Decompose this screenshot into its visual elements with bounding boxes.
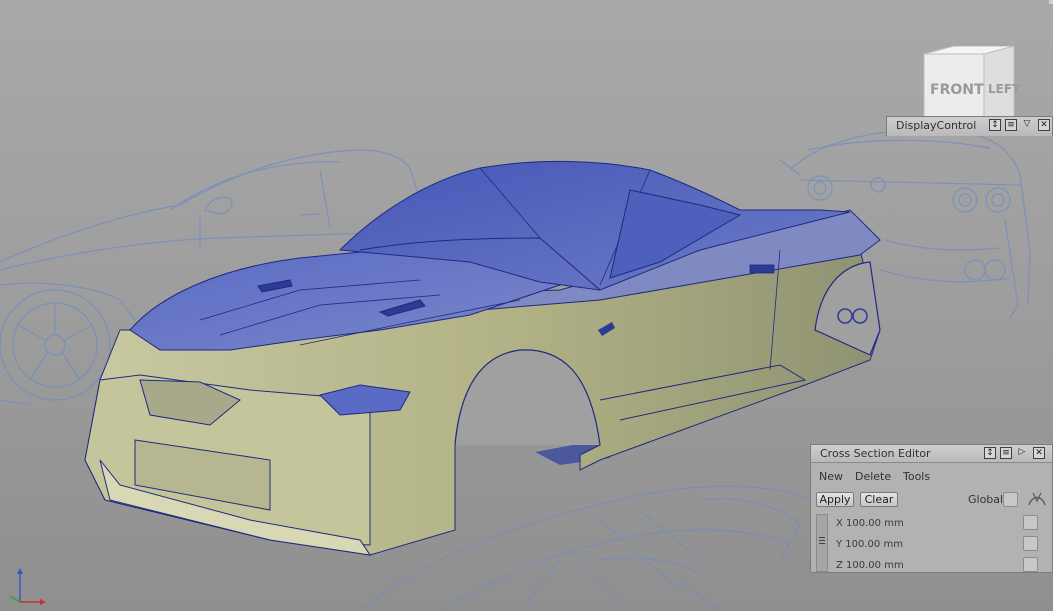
resize-icon[interactable]: ↕ [984, 447, 996, 459]
section-tool-icon[interactable] [1027, 489, 1047, 509]
cross-section-title: Cross Section Editor [820, 447, 931, 460]
menu-delete[interactable]: Delete [855, 470, 891, 483]
global-checkbox[interactable] [1003, 492, 1018, 507]
axis-triad-icon [9, 568, 46, 605]
z-axis-checkbox[interactable] [1023, 557, 1038, 572]
global-label: Global [968, 493, 1004, 506]
list-menu-icon[interactable]: ≡ [1000, 447, 1012, 459]
resize-icon[interactable]: ↕ [989, 119, 1001, 131]
chevron-down-icon[interactable]: ▽ [1021, 119, 1033, 131]
x-axis-checkbox[interactable] [1023, 515, 1038, 530]
cross-section-editor-panel: Cross Section Editor ↕ ≡ ▷ ✕ New Delete … [810, 444, 1053, 573]
car-body-model[interactable] [84, 160, 881, 556]
chevron-right-icon[interactable]: ▷ [1016, 447, 1028, 459]
view-cube-front-label: FRONT [930, 82, 984, 98]
z-axis-row: Z 100.00 mm [836, 560, 904, 571]
scrollbar[interactable] [816, 514, 828, 572]
clear-button[interactable]: Clear [860, 492, 898, 507]
list-menu-icon[interactable]: ≡ [1005, 119, 1017, 131]
display-control-titlebar[interactable]: DisplayControl ↕ ≡ ▽ ✕ [887, 117, 1052, 136]
y-axis-row: Y 100.00 mm [836, 539, 903, 550]
cross-section-titlebar[interactable]: Cross Section Editor ↕ ≡ ▷ ✕ [811, 445, 1052, 463]
y-axis-checkbox[interactable] [1023, 536, 1038, 551]
x-axis-row: X 100.00 mm [836, 518, 904, 529]
close-icon[interactable]: ✕ [1038, 119, 1050, 131]
apply-button[interactable]: Apply [816, 492, 854, 507]
display-control-panel: DisplayControl ↕ ≡ ▽ ✕ [886, 116, 1053, 136]
corner-marker [1049, 0, 1053, 4]
menu-new[interactable]: New [819, 470, 843, 483]
3d-viewport[interactable]: FRONT LEFT DisplayControl ↕ ≡ ▽ ✕ Cross … [0, 0, 1053, 611]
menu-tools[interactable]: Tools [903, 470, 930, 483]
view-cube-left-label: LEFT [988, 82, 1021, 96]
display-control-title: DisplayControl [896, 119, 977, 132]
close-icon[interactable]: ✕ [1033, 447, 1045, 459]
